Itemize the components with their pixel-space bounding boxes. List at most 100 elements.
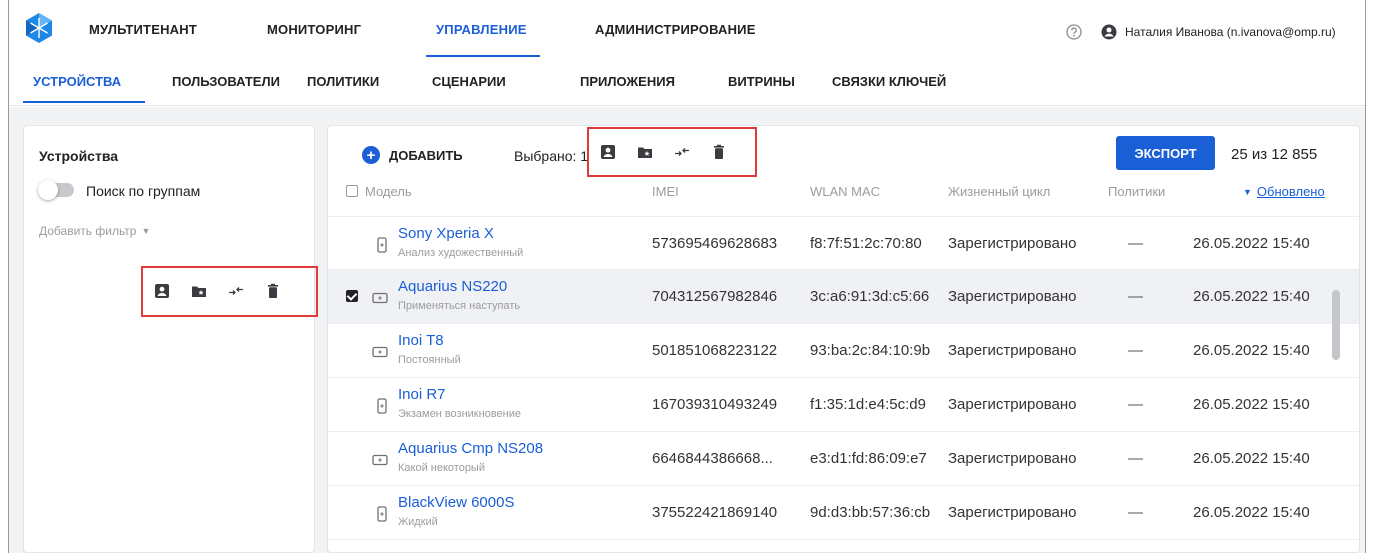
- tab-management[interactable]: УПРАВЛЕНИЕ: [436, 22, 527, 37]
- cell-policies: —: [1128, 288, 1143, 305]
- cell-wlan-mac: 9d:d3:bb:57:36:cb: [810, 504, 931, 521]
- trash-icon: [714, 144, 724, 159]
- move-to-group-button[interactable]: [186, 278, 212, 304]
- table-row[interactable]: Aquarius NS220 Применяться наступать 70431…: [328, 270, 1359, 324]
- cell-wlan-mac: f1:35:1d:e4:5c:d9: [810, 396, 926, 413]
- help-icon[interactable]: [1066, 24, 1082, 40]
- device-description: Применяться наступать: [398, 300, 521, 312]
- cell-imei: 6646844386668...: [652, 450, 773, 467]
- add-filter-button[interactable]: Добавить фильтр ▼: [39, 224, 150, 238]
- smartphone-icon: [377, 506, 387, 522]
- col-lifecycle[interactable]: Жизненный цикл: [948, 184, 1050, 199]
- cell-wlan-mac: e3:d1:fd:86:09:e7: [810, 450, 927, 467]
- tab-keychains[interactable]: СВЯЗКИ КЛЮЧЕЙ: [832, 74, 946, 89]
- cell-lifecycle: Зарегистрировано: [948, 235, 1077, 252]
- col-wlan-mac[interactable]: WLAN MAC: [810, 184, 880, 199]
- col-imei[interactable]: IMEI: [652, 184, 679, 199]
- tab-applications[interactable]: ПРИЛОЖЕНИЯ: [580, 74, 675, 89]
- transfer-button[interactable]: [223, 278, 249, 304]
- cell-wlan-mac: 3c:a6:91:3d:c5:66: [810, 288, 930, 305]
- assign-user-button[interactable]: [149, 278, 175, 304]
- device-description: Анализ художественный: [398, 247, 524, 259]
- tab-monitoring[interactable]: МОНИТОРИНГ: [267, 22, 361, 37]
- select-all-checkbox[interactable]: [346, 185, 358, 197]
- move-to-group-button-top[interactable]: [632, 139, 658, 165]
- cell-updated: 26.05.2022 15:40: [1193, 288, 1310, 305]
- cell-lifecycle: Зарегистрировано: [948, 450, 1077, 467]
- cell-lifecycle: Зарегистрировано: [948, 396, 1077, 413]
- table-row[interactable]: Inoi R7 Экзамен возникновение 167039310493…: [328, 378, 1359, 432]
- user-name[interactable]: Наталия Иванова (n.ivanova@omp.ru): [1125, 25, 1336, 39]
- tab-administration[interactable]: АДМИНИСТРИРОВАНИЕ: [595, 22, 756, 37]
- cell-policies: —: [1128, 450, 1143, 467]
- sub-navigation: УСТРОЙСТВА ПОЛЬЗОВАТЕЛИ ПОЛИТИКИ СЦЕНАРИ…: [9, 58, 1365, 106]
- table-row[interactable]: Aquarius Cmp NS208 Какой некоторый 6646844…: [328, 432, 1359, 486]
- table-header: Модель IMEI WLAN MAC Жизненный цикл Поли…: [328, 180, 1359, 204]
- swap-arrows-icon: [675, 148, 689, 156]
- delete-button[interactable]: [260, 278, 286, 304]
- delete-button-top[interactable]: [706, 139, 732, 165]
- cell-policies: —: [1128, 235, 1143, 252]
- cell-wlan-mac: f8:7f:51:2c:70:80: [810, 235, 922, 252]
- add-device-label: ДОБАВИТЬ: [389, 147, 463, 163]
- tab-users[interactable]: ПОЛЬЗОВАТЕЛИ: [172, 74, 280, 89]
- tab-showcases[interactable]: ВИТРИНЫ: [728, 74, 795, 89]
- tab-multitenant[interactable]: МУЛЬТИТЕНАНТ: [89, 22, 197, 37]
- cell-imei: 704312567982846: [652, 288, 778, 305]
- group-search-toggle[interactable]: [38, 180, 74, 200]
- sort-desc-icon: ▼: [1243, 187, 1252, 197]
- row-checkbox[interactable]: [346, 290, 358, 302]
- device-description: Постоянный: [398, 354, 461, 366]
- device-name-link[interactable]: Inoi T8: [398, 332, 444, 349]
- export-button[interactable]: ЭКСПОРТ: [1116, 136, 1215, 170]
- cell-imei: 573695469628683: [652, 235, 778, 252]
- plus-icon: +: [362, 146, 380, 164]
- cell-imei: 501851068223122: [652, 342, 778, 359]
- table-row[interactable]: Inoi T8 Постоянный 501851068223122 93:ba:2c…: [328, 324, 1359, 378]
- app-frame: МУЛЬТИТЕНАНТ МОНИТОРИНГ УПРАВЛЕНИЕ АДМИН…: [8, 0, 1366, 553]
- account-box-icon: [155, 284, 169, 298]
- col-updated-label: Обновлено: [1256, 184, 1325, 199]
- cell-lifecycle: Зарегистрировано: [948, 504, 1077, 521]
- smartphone-icon: [377, 237, 387, 253]
- add-filter-label: Добавить фильтр: [39, 224, 137, 238]
- device-description: Жидкий: [398, 516, 438, 528]
- col-policies[interactable]: Политики: [1108, 184, 1165, 199]
- tab-policies[interactable]: ПОЛИТИКИ: [307, 74, 379, 89]
- table-row[interactable]: Sony Xperia X Анализ художественный 573695…: [328, 216, 1359, 270]
- col-updated[interactable]: ▼ Обновлено: [1243, 184, 1325, 199]
- cell-policies: —: [1128, 342, 1143, 359]
- add-device-button[interactable]: + ДОБАВИТЬ: [362, 146, 463, 164]
- tablet-icon: [372, 454, 388, 466]
- device-name-link[interactable]: Aquarius Cmp NS208: [398, 440, 543, 457]
- tab-scenarios[interactable]: СЦЕНАРИИ: [432, 74, 506, 89]
- caret-down-icon: ▼: [141, 226, 151, 236]
- panel-title: Устройства: [39, 148, 119, 164]
- cell-imei: 167039310493249: [652, 396, 778, 413]
- assign-user-button-top[interactable]: [595, 139, 621, 165]
- selected-count: Выбрано: 1: [514, 148, 589, 164]
- devices-table-panel: + ДОБАВИТЬ Выбрано: 1 ЭКСПОРТ 25 из 12 8…: [327, 125, 1360, 553]
- device-name-link[interactable]: BlackView 6000S: [398, 494, 514, 511]
- table-body: Sony Xperia X Анализ художественный 573695…: [328, 216, 1359, 540]
- user-avatar-icon[interactable]: [1101, 24, 1117, 40]
- scrollbar-thumb[interactable]: [1332, 290, 1340, 360]
- tablet-icon: [372, 346, 388, 358]
- cell-updated: 26.05.2022 15:40: [1193, 235, 1310, 252]
- device-name-link[interactable]: Aquarius NS220: [398, 278, 507, 295]
- folder-star-icon: [192, 286, 206, 297]
- device-description: Экзамен возникновение: [398, 408, 521, 420]
- cell-updated: 26.05.2022 15:40: [1193, 342, 1310, 359]
- tablet-icon: [372, 292, 388, 304]
- cell-policies: —: [1128, 396, 1143, 413]
- device-name-link[interactable]: Inoi R7: [398, 386, 446, 403]
- active-tab-indicator: [426, 55, 540, 57]
- device-description: Какой некоторый: [398, 462, 485, 474]
- col-model[interactable]: Модель: [365, 184, 412, 199]
- transfer-button-top[interactable]: [669, 139, 695, 165]
- top-bar: МУЛЬТИТЕНАНТ МОНИТОРИНГ УПРАВЛЕНИЕ АДМИН…: [9, 0, 1365, 58]
- account-box-icon: [601, 145, 615, 159]
- tab-devices[interactable]: УСТРОЙСТВА: [33, 74, 121, 89]
- table-row[interactable]: BlackView 6000S Жидкий 375522421869140 9d:d…: [328, 486, 1359, 540]
- device-name-link[interactable]: Sony Xperia X: [398, 225, 494, 242]
